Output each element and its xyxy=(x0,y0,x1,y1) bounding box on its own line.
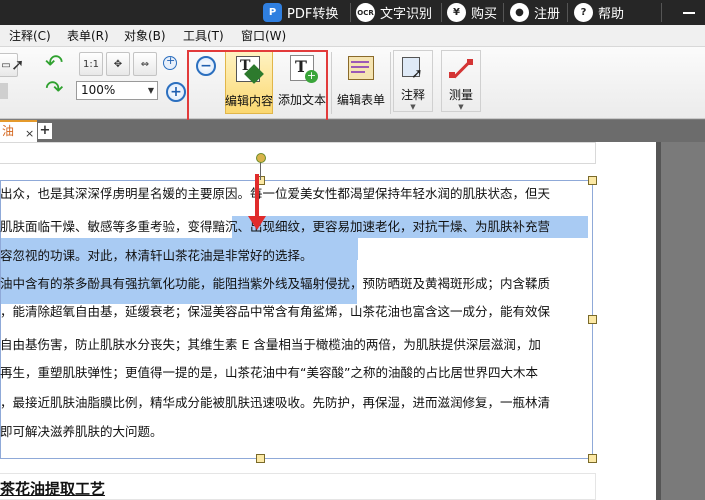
register-label: 注册 xyxy=(534,7,561,22)
help-icon: ? xyxy=(574,3,593,22)
divider xyxy=(661,3,662,22)
divider xyxy=(350,3,351,22)
help-label: 帮助 xyxy=(598,7,625,22)
resize-handle-bottom-right[interactable] xyxy=(588,454,597,463)
divider xyxy=(567,3,568,22)
select-tool[interactable]: ➚ xyxy=(11,55,24,74)
register-button[interactable]: ● 注册 xyxy=(510,0,560,25)
plus-icon: + xyxy=(170,84,182,100)
zoom-select[interactable]: 100% ▼ xyxy=(76,81,158,100)
chevron-down-icon: ▼ xyxy=(410,103,416,111)
hand-tool[interactable] xyxy=(0,83,8,99)
resize-handle-right[interactable] xyxy=(588,315,597,324)
divider xyxy=(390,52,391,114)
zoom-in-icon: + xyxy=(166,54,176,67)
red-arrow-shaft xyxy=(255,174,259,220)
ocr-label: 文字识别 xyxy=(380,7,433,22)
edit-form-label: 编辑表单 xyxy=(336,93,385,107)
yen-icon: ¥ xyxy=(447,3,466,22)
minimize-icon xyxy=(683,11,695,14)
tab-strip: 油 × + xyxy=(0,120,705,142)
zoom-in-button[interactable]: + xyxy=(166,82,186,102)
divider xyxy=(503,3,504,22)
fit-page-icon: ✥ xyxy=(113,58,123,70)
document-area: 出众，也是其深深俘虏明星名媛的主要原因。每一位爱美女性都渴望保持年轻水润的肌肤状… xyxy=(0,142,705,500)
ocr-icon: OCR xyxy=(356,3,375,22)
paragraph-line: 容忽视的功课。对此，林清轩山茶花油是非常好的选择。 xyxy=(0,248,313,263)
document-tab[interactable]: 油 × xyxy=(0,120,37,142)
section-heading: 茶花油提取工艺 xyxy=(0,480,106,498)
measure-label: 测量 xyxy=(448,88,473,102)
page-shadow xyxy=(656,142,661,500)
user-icon: ● xyxy=(510,3,529,22)
chevron-down-icon: ▼ xyxy=(458,103,464,111)
paragraph-line: 自由基伤害，防止肌肤水分丧失；其维生素 E 含量相当于橄榄油的两倍，为肌肤提供深… xyxy=(0,337,541,352)
top-bar: P PDF转换 OCR 文字识别 ¥ 购买 ● 注册 ? 帮助 xyxy=(0,0,705,25)
page-top-frame xyxy=(0,142,596,164)
measure-dropdown[interactable]: 测量 ▼ xyxy=(441,50,481,112)
paragraph-line: ，能清除超氧自由基，延缓衰老；保湿美容品中常含有角鲨烯，山茶花油也富含这一成分，… xyxy=(0,304,551,319)
menu-tools[interactable]: 工具(T) xyxy=(183,25,224,47)
divider xyxy=(441,3,442,22)
rotate-right-button[interactable]: ↷ xyxy=(45,77,63,102)
rotate-right-icon: ↷ xyxy=(45,77,64,102)
rotate-handle[interactable] xyxy=(256,153,266,163)
paragraph-line: 肌肤面临干燥、敏感等多重考验，变得黯沉、出现细纹，更容易加速老化，对抗干燥、为肌… xyxy=(0,219,551,234)
fit-page-button[interactable]: ✥ xyxy=(106,52,130,76)
menu-window[interactable]: 窗口(W) xyxy=(241,25,286,47)
rotate-handle-stem xyxy=(260,162,261,180)
menu-form[interactable]: 表单(R) xyxy=(67,25,109,47)
cursor-icon: ▭ xyxy=(1,59,11,71)
document-page: 出众，也是其深深俘虏明星名媛的主要原因。每一位爱美女性都渴望保持年轻水润的肌肤状… xyxy=(0,142,656,500)
zoom-value: 100% xyxy=(81,83,116,97)
edit-form-button[interactable]: 编辑表单 xyxy=(335,50,387,114)
paragraph-line: 出众，也是其深深俘虏明星名媛的主要原因。每一位爱美女性都渴望保持年轻水润的肌肤状… xyxy=(0,186,551,201)
buy-label: 购买 xyxy=(471,7,498,22)
arrow-cursor-icon: ➚ xyxy=(11,55,25,74)
new-tab-button[interactable]: + xyxy=(38,123,52,139)
annotate-label: 注释 xyxy=(400,88,425,102)
highlight-box xyxy=(187,50,328,123)
pdf-convert-label: PDF转换 xyxy=(287,7,339,22)
fit-width-button[interactable]: ⇔ xyxy=(133,52,157,76)
pdf-convert-button[interactable]: P PDF转换 xyxy=(263,0,338,25)
red-arrow-head xyxy=(248,216,266,230)
paragraph-line: ，最接近肌肤油脂膜比例，精华成分能被肌肤迅速吸收。先防护，再保湿，进而滋润修复，… xyxy=(0,395,551,410)
actual-size-icon: 1:1 xyxy=(82,58,100,70)
measure-icon xyxy=(445,54,477,84)
minimize-button[interactable] xyxy=(683,0,695,25)
actual-size-button[interactable]: 1:1 xyxy=(79,52,103,76)
document-tab-label: 油 xyxy=(2,124,15,138)
menu-bar: 注释(C) 表单(R) 对象(B) 工具(T) 窗口(W) xyxy=(0,25,705,47)
pdf-icon: P xyxy=(263,3,282,22)
resize-handle-bottom[interactable] xyxy=(256,454,265,463)
paragraph-line: 再生，重塑肌肤弹性；更值得一提的是，山茶花油中有“美容酸”之称的油酸的占比居世界… xyxy=(0,365,538,380)
rotate-left-icon: ↶ xyxy=(45,51,64,76)
toolbar: ▭ ➚ ↶ ↷ 1:1 ✥ ⇔ 100% ▼ + − + T 编辑内容 T + … xyxy=(0,47,705,119)
paragraph-line: 油中含有的茶多酚具有强抗氧化功能，能阻挡紫外线及辐射侵扰，预防晒斑及黄褐斑形成；… xyxy=(0,276,551,291)
fit-width-icon: ⇔ xyxy=(140,58,150,70)
edit-form-icon xyxy=(345,53,377,85)
menu-annotate[interactable]: 注释(C) xyxy=(9,25,51,47)
close-icon[interactable]: × xyxy=(25,124,34,143)
annotate-icon: ➚ xyxy=(397,54,429,84)
paragraph-line: 即可解决滋养肌肤的大问题。 xyxy=(0,424,163,439)
zoom-in-small-button[interactable]: + xyxy=(163,54,177,70)
rotate-left-button[interactable]: ↶ xyxy=(45,51,63,76)
resize-handle-top-right[interactable] xyxy=(588,176,597,185)
help-button[interactable]: ? 帮助 xyxy=(574,0,624,25)
divider xyxy=(331,52,332,114)
buy-button[interactable]: ¥ 购买 xyxy=(447,0,497,25)
chevron-down-icon: ▼ xyxy=(147,86,154,95)
annotate-dropdown[interactable]: ➚ 注释 ▼ xyxy=(393,50,433,112)
ocr-button[interactable]: OCR 文字识别 xyxy=(356,0,432,25)
menu-object[interactable]: 对象(B) xyxy=(124,25,166,47)
